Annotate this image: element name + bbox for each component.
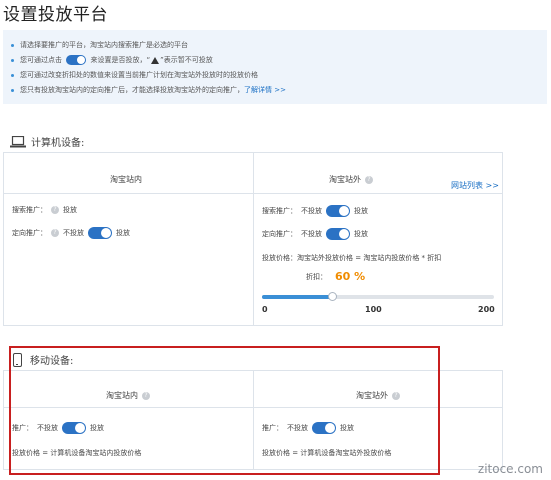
computer-outside-search-toggle[interactable] xyxy=(326,205,350,217)
computer-inside-targeted-toggle[interactable] xyxy=(88,227,112,239)
computer-device-panel: 淘宝站内 淘宝站外 ? 网站列表 >> 搜索推广： ? 投放 定向推广： ? 不… xyxy=(3,152,503,326)
computer-outside-title: 淘宝站外 xyxy=(329,175,361,184)
laptop-icon xyxy=(10,135,26,147)
computer-outside-search-row: 搜索推广： 不投放 投放 xyxy=(262,205,368,217)
computer-outside-title-wrap: 淘宝站外 ? xyxy=(329,174,373,185)
computer-section-header: 计算机设备: xyxy=(10,134,84,149)
discount-row: 折扣： 60 % xyxy=(306,270,366,283)
learn-more-link[interactable]: 了解详情 >> xyxy=(244,86,286,94)
tip-item: 您可通过点击 来设置是否投放，“ ”表示暂不可投放 xyxy=(11,53,547,68)
tip-item: 您可通过改变折扣处的数值来设置当前推广计划在淘宝站外投放时的投放价格 xyxy=(11,68,547,83)
help-icon[interactable]: ? xyxy=(51,229,59,237)
help-icon[interactable]: ? xyxy=(365,175,373,184)
computer-outside-price-row: 投放价格：淘宝站外投放价格 = 淘宝站内投放价格 * 折扣 xyxy=(262,254,442,262)
tip-item: 请选择要推广的平台，淘宝站内搜索推广是必选的平台 xyxy=(11,38,547,53)
discount-slider-fill xyxy=(262,295,332,299)
toggle-example-icon xyxy=(66,55,87,65)
tips-panel: 请选择要推广的平台，淘宝站内搜索推广是必选的平台 您可通过点击 来设置是否投放，… xyxy=(3,30,547,104)
tip-item: 您只有投放淘宝站内的定向推广后，才能选择投放淘宝站外的定向推广，了解详情 >> xyxy=(11,83,547,98)
computer-outside-targeted-toggle[interactable] xyxy=(326,228,350,240)
page-title: 设置投放平台 xyxy=(3,5,108,25)
site-list-link[interactable]: 网站列表 >> xyxy=(451,180,499,191)
computer-outside-targeted-row: 定向推广： 不投放 投放 xyxy=(262,228,368,240)
computer-inside-title: 淘宝站内 xyxy=(110,175,142,184)
slider-tick-max: 200 xyxy=(478,305,495,314)
discount-slider[interactable] xyxy=(262,292,494,301)
slider-tick-mid: 100 xyxy=(365,305,382,314)
help-icon[interactable]: ? xyxy=(51,206,59,214)
watermark: zitoce.com xyxy=(477,462,543,476)
discount-slider-handle[interactable] xyxy=(327,292,337,301)
computer-inside-targeted-row: 定向推广： ? 不投放 投放 xyxy=(12,227,130,239)
discount-value: 60 % xyxy=(335,270,366,283)
computer-section-label: 计算机设备: xyxy=(31,138,85,149)
mobile-highlight-frame xyxy=(9,346,440,475)
computer-inside-search-row: 搜索推广： ? 投放 xyxy=(12,206,77,214)
slider-tick-min: 0 xyxy=(262,305,268,314)
warning-icon xyxy=(151,56,160,64)
